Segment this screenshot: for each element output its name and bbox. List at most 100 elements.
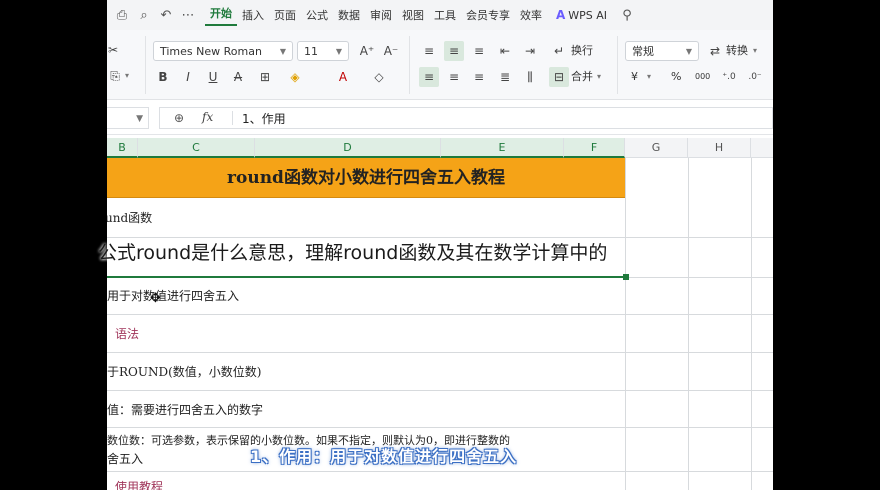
menu-view[interactable]: 视图 [397, 7, 429, 23]
column-header-e[interactable]: E [441, 138, 564, 158]
title-cell[interactable]: round函数对小数进行四舍五入教程 [107, 158, 625, 198]
sheet-grid[interactable]: round函数对小数进行四舍五入教程 und函数 用于对数值进行四舍五入 语法 … [107, 158, 773, 490]
column-header-h[interactable]: H [688, 138, 751, 158]
print-icon[interactable]: ⎙ [111, 8, 133, 23]
paste-dropdown-arrow-icon[interactable]: ▾ [125, 66, 129, 86]
table-row[interactable]: 使用教程 [107, 472, 773, 490]
video-caption: 1、作用：用于对数值进行四舍五入 [250, 447, 518, 466]
menu-member[interactable]: 会员专享 [461, 7, 515, 23]
clear-format-icon[interactable]: ◇ [369, 67, 389, 87]
menu-insert[interactable]: 插入 [237, 7, 269, 23]
table-row[interactable]: und函数 [107, 198, 773, 238]
cell-text: 用于对数值进行四舍五入 [107, 289, 240, 303]
wrap-text-label[interactable]: 换行 [571, 41, 593, 61]
formula-content[interactable]: 1、作用 [242, 110, 286, 127]
zoom-icon[interactable]: ⊕ [174, 111, 184, 125]
cut-icon[interactable]: ✂ [107, 40, 123, 60]
align-bottom-icon[interactable]: ≡ [469, 41, 489, 61]
align-middle-icon[interactable]: ≡ [444, 41, 464, 61]
align-top-icon[interactable]: ≡ [419, 41, 439, 61]
strikethrough-icon[interactable]: A [228, 67, 248, 87]
convert-label[interactable]: 转换 [726, 41, 748, 61]
mouse-cursor-icon: ✥ [150, 291, 161, 306]
wps-ai-logo-icon: A [556, 8, 566, 22]
align-left-icon[interactable]: ≡ [419, 67, 439, 87]
decrease-indent-icon[interactable]: ⇤ [495, 41, 515, 61]
table-row[interactable]: 值：需要进行四舍五入的数字 [107, 391, 773, 428]
formula-separator [232, 111, 233, 125]
border-icon[interactable]: ⊞ [255, 67, 275, 87]
table-row[interactable]: 于ROUND(数值，小数位数) [107, 353, 773, 391]
underline-icon[interactable]: U [203, 67, 223, 87]
print-preview-icon[interactable]: ⌕ [133, 8, 155, 23]
justify-icon[interactable]: ≣ [495, 67, 515, 87]
table-row[interactable]: 用于对数值进行四舍五入 [107, 278, 773, 315]
column-header-c[interactable]: C [138, 138, 255, 158]
fill-color-icon[interactable]: ◈ [285, 67, 305, 87]
ribbon-separator [145, 36, 146, 94]
align-right-icon[interactable]: ≡ [469, 67, 489, 87]
cell-text: 于ROUND(数值，小数位数) [107, 365, 262, 379]
cell-text: und函数 [107, 211, 153, 225]
menu-data[interactable]: 数据 [333, 7, 365, 23]
cell-text-continued: 舍五入 [107, 452, 144, 466]
percent-format-button[interactable]: % [671, 67, 681, 87]
column-header-f[interactable]: F [564, 138, 625, 158]
font-name-select[interactable]: Times New Roman ▼ [153, 41, 293, 61]
ribbon-separator [409, 36, 410, 94]
italic-icon[interactable]: I [178, 67, 198, 87]
column-header-b[interactable]: B [107, 138, 138, 158]
menu-review[interactable]: 审阅 [365, 7, 397, 23]
increase-decimal-icon[interactable]: ⁺.0 [719, 67, 739, 87]
merge-cells-icon[interactable]: ⊟ [549, 67, 569, 87]
video-subtitle: 公式round是什么意思，理解round函数及其在数学计算中的 [98, 242, 608, 264]
chevron-down-icon: ▼ [279, 46, 286, 56]
undo-icon[interactable]: ↶ [155, 8, 177, 23]
table-row[interactable]: 语法 [107, 315, 773, 353]
menu-tools[interactable]: 工具 [429, 7, 461, 23]
menu-page[interactable]: 页面 [269, 7, 301, 23]
number-format-select[interactable]: 常规 ▼ [625, 41, 699, 61]
increase-indent-icon[interactable]: ⇥ [520, 41, 540, 61]
menu-efficiency[interactable]: 效率 [515, 7, 547, 23]
formula-bar: ▼ ⊕ fx 1、作用 [107, 101, 773, 135]
wrap-text-icon[interactable]: ↵ [549, 41, 569, 61]
search-icon[interactable]: ⚲ [616, 8, 638, 23]
number-format-value: 常规 [632, 45, 654, 58]
merge-dropdown-arrow-icon[interactable]: ▾ [597, 67, 601, 87]
column-header-d[interactable]: D [255, 138, 441, 158]
format-painter-icon[interactable]: ⎘ [107, 66, 125, 86]
cell-heading: 语法 [115, 327, 140, 341]
decrease-font-icon[interactable]: A⁻ [381, 41, 401, 61]
more-icon[interactable]: ⋯ [177, 8, 199, 23]
increase-font-icon[interactable]: A⁺ [357, 41, 377, 61]
menu-home[interactable]: 开始 [205, 5, 237, 26]
currency-dropdown-arrow-icon[interactable]: ▾ [647, 67, 651, 87]
font-name-value: Times New Roman [160, 44, 262, 58]
column-header-g[interactable]: G [625, 138, 688, 158]
wps-ai-label: WPS AI [568, 8, 608, 22]
chevron-down-icon: ▼ [136, 114, 143, 124]
decrease-decimal-icon[interactable]: .0⁻ [745, 67, 765, 87]
cell-text: 值：需要进行四舍五入的数字 [107, 403, 264, 417]
font-size-select[interactable]: 11 ▼ [297, 41, 349, 61]
chevron-down-icon: ▼ [685, 46, 692, 56]
merge-cells-label[interactable]: 合并 [571, 67, 593, 87]
align-center-icon[interactable]: ≡ [444, 67, 464, 87]
currency-format-button[interactable]: ¥ [631, 67, 638, 87]
formula-input-area[interactable]: ⊕ fx 1、作用 [159, 107, 773, 129]
convert-icon[interactable]: ⇄ [705, 41, 725, 61]
ribbon-separator [617, 36, 618, 94]
name-box[interactable]: ▼ [107, 107, 149, 129]
ribbon-toolbar: ✂ ⎘ ▾ Times New Roman ▼ 11 ▼ A⁺ A⁻ B I U… [107, 30, 773, 100]
bold-icon[interactable]: B [153, 67, 173, 87]
fx-icon[interactable]: fx [202, 110, 213, 124]
thousands-format-button[interactable]: 000 [695, 67, 710, 87]
convert-dropdown-arrow-icon[interactable]: ▾ [753, 41, 757, 61]
menu-formula[interactable]: 公式 [301, 7, 333, 23]
cell-heading: 使用教程 [115, 480, 164, 490]
wps-ai-button[interactable]: A WPS AI [551, 8, 612, 22]
chevron-down-icon: ▼ [335, 46, 342, 56]
font-color-icon[interactable]: A [333, 67, 353, 87]
distributed-icon[interactable]: ⫼ [520, 67, 540, 87]
